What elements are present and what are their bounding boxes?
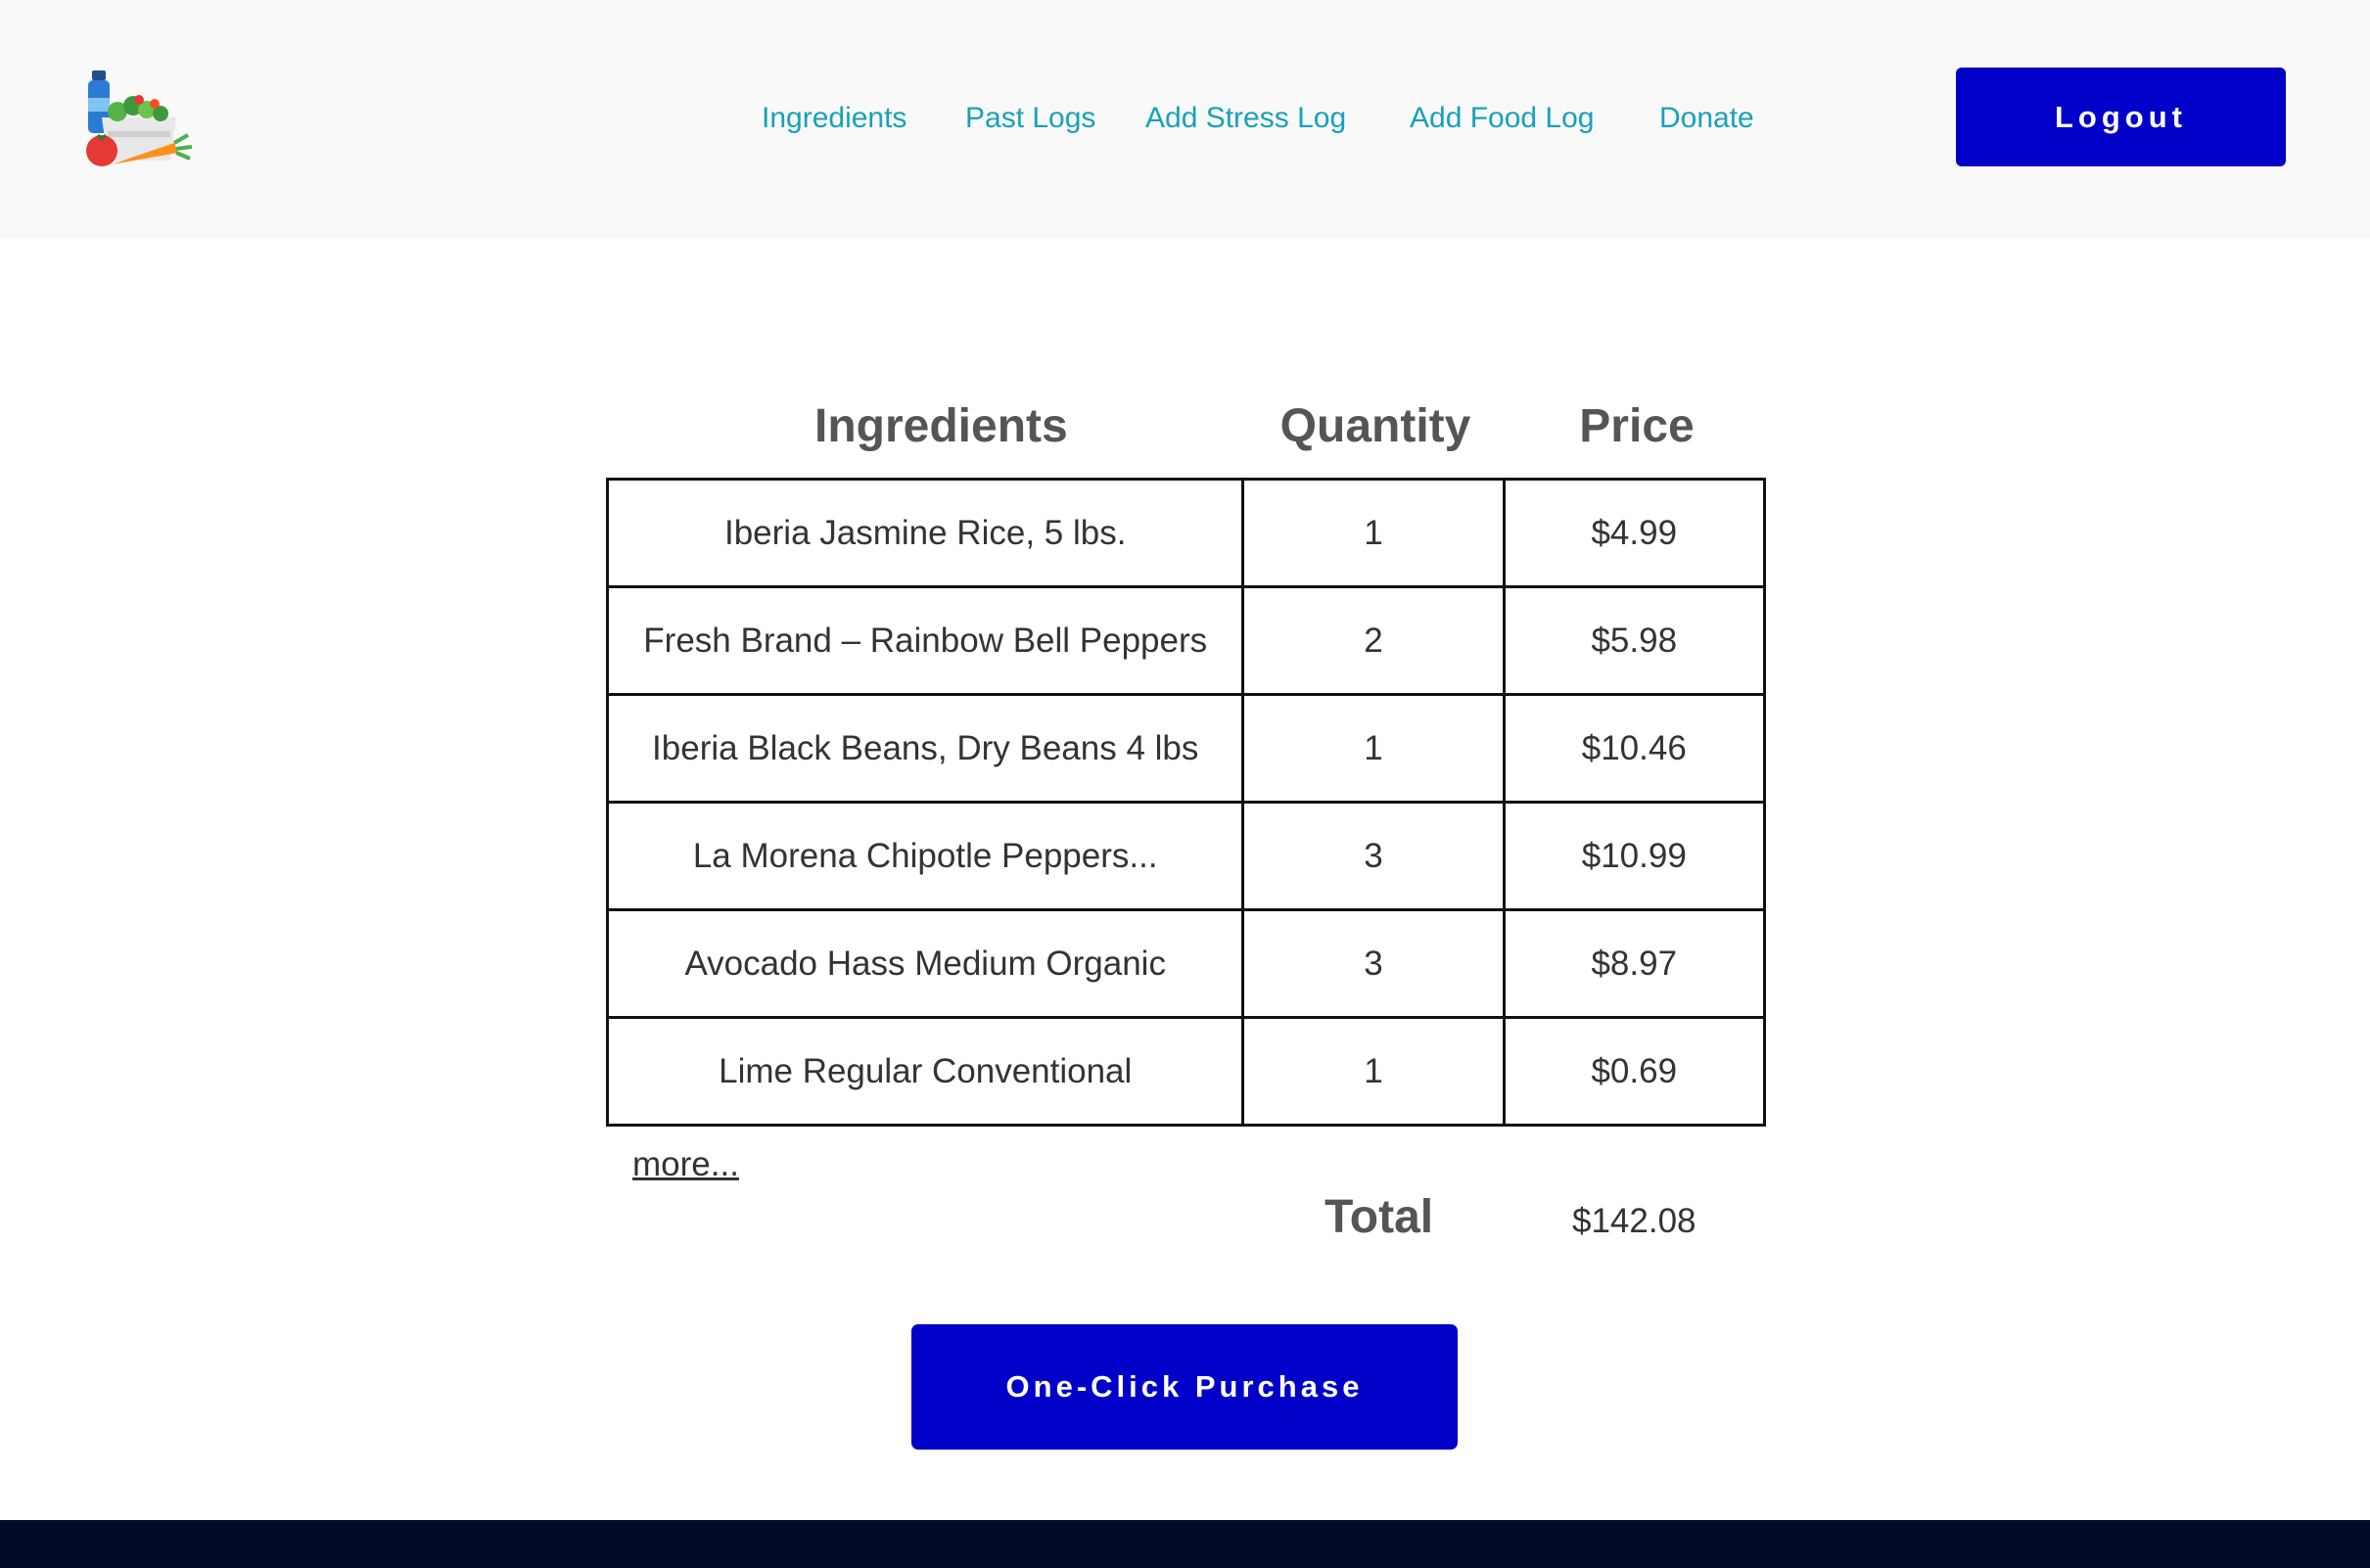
table-row: Avocado Hass Medium Organic 3 $8.97: [605, 908, 1767, 1019]
page: Ingredients Past Logs Add Stress Log Add…: [0, 0, 2370, 1568]
ingredient-quantity: 3: [1241, 801, 1506, 911]
header-price: Price: [1579, 400, 1695, 452]
site-footer: [0, 1520, 2370, 1568]
table-row: Fresh Brand – Rainbow Bell Peppers 2 $5.…: [605, 585, 1767, 696]
ingredients-table: Iberia Jasmine Rice, 5 lbs. 1 $4.99 Fres…: [605, 478, 1767, 1127]
ingredient-quantity: 3: [1241, 908, 1506, 1019]
nav-donate[interactable]: Donate: [1659, 102, 1754, 135]
ingredient-name: Fresh Brand – Rainbow Bell Peppers: [605, 585, 1245, 696]
ingredient-name: Iberia Black Beans, Dry Beans 4 lbs: [605, 693, 1245, 804]
table-row: Iberia Jasmine Rice, 5 lbs. 1 $4.99: [605, 478, 1767, 588]
logout-button[interactable]: Logout: [1956, 68, 2286, 166]
table-row: Iberia Black Beans, Dry Beans 4 lbs 1 $1…: [605, 693, 1767, 804]
ingredient-price: $0.69: [1502, 1016, 1767, 1127]
ingredient-price: $5.98: [1502, 585, 1767, 696]
ingredient-quantity: 2: [1241, 585, 1506, 696]
nav-ingredients[interactable]: Ingredients: [762, 102, 906, 135]
nav-add-food-log[interactable]: Add Food Log: [1410, 102, 1594, 135]
nav-past-logs[interactable]: Past Logs: [965, 102, 1095, 135]
header-quantity: Quantity: [1279, 400, 1471, 452]
ingredient-name: Lime Regular Conventional: [605, 1016, 1245, 1127]
ingredient-name: La Morena Chipotle Peppers...: [605, 801, 1245, 911]
ingredient-name: Avocado Hass Medium Organic: [605, 908, 1245, 1019]
nav-add-stress-log[interactable]: Add Stress Log: [1145, 102, 1346, 135]
food-basket-logo-icon[interactable]: [82, 70, 192, 168]
ingredient-quantity: 1: [1241, 1016, 1506, 1127]
more-link[interactable]: more...: [632, 1145, 739, 1184]
ingredient-quantity: 1: [1241, 693, 1506, 804]
header-ingredients: Ingredients: [814, 400, 1068, 452]
ingredient-quantity: 1: [1241, 478, 1506, 588]
ingredient-price: $8.97: [1502, 908, 1767, 1019]
ingredient-price: $10.46: [1502, 693, 1767, 804]
table-row: Lime Regular Conventional 1 $0.69: [605, 1016, 1767, 1127]
one-click-purchase-button[interactable]: One-Click Purchase: [911, 1324, 1458, 1450]
total-value: $142.08: [1572, 1202, 1696, 1240]
ingredient-price: $4.99: [1502, 478, 1767, 588]
ingredient-name: Iberia Jasmine Rice, 5 lbs.: [605, 478, 1245, 588]
total-label: Total: [1324, 1191, 1434, 1243]
table-row: La Morena Chipotle Peppers... 3 $10.99: [605, 801, 1767, 911]
ingredient-price: $10.99: [1502, 801, 1767, 911]
site-header: Ingredients Past Logs Add Stress Log Add…: [0, 0, 2370, 239]
